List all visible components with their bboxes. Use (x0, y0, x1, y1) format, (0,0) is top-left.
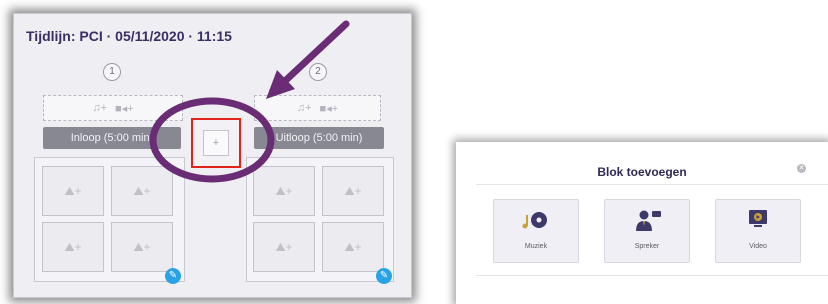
music-add-icon[interactable]: ♫+ (297, 102, 312, 114)
option-label: Muziek (524, 243, 548, 250)
image-slot[interactable]: ⛰+ (111, 222, 173, 272)
add-image-icon: ⛰+ (344, 239, 362, 254)
divider (476, 184, 828, 185)
add-image-icon: ⛰+ (64, 183, 82, 198)
close-icon[interactable]: ✕ (797, 164, 806, 173)
block-2-slots: ⛰+ ⛰+ ⛰+ ⛰+ (246, 157, 394, 282)
image-slot[interactable]: ⛰+ (111, 166, 173, 216)
add-block-button[interactable]: + (203, 130, 229, 156)
add-image-icon: ⛰+ (275, 183, 293, 198)
pencil-icon: ✎ (379, 270, 389, 281)
add-image-icon: ⛰+ (275, 239, 293, 254)
image-slot[interactable]: ⛰+ (322, 166, 384, 216)
block-1-media-add[interactable]: ♫+ ■◂+ (43, 95, 183, 121)
add-image-icon: ⛰+ (133, 239, 151, 254)
block-1-slots: ⛰+ ⛰+ ⛰+ ⛰+ (34, 157, 185, 282)
speaker-person-icon (636, 210, 661, 231)
video-add-icon[interactable]: ■◂+ (320, 102, 339, 115)
option-label: Spreker (634, 243, 660, 250)
image-slot[interactable]: ⛰+ (253, 166, 315, 216)
segment-uitloop[interactable]: Uitloop (5:00 min) (254, 127, 384, 149)
timeline-title: Tijdlijn: PCI · 05/11/2020 · 11:15 (26, 28, 232, 44)
block-2-edit-button[interactable]: ✎ (376, 268, 392, 284)
image-slot[interactable]: ⛰+ (322, 222, 384, 272)
option-video[interactable]: Video (715, 199, 801, 263)
divider (476, 275, 828, 276)
option-muziek[interactable]: Muziek (493, 199, 579, 263)
music-add-icon[interactable]: ♫+ (92, 102, 107, 114)
music-disc-icon (522, 212, 547, 229)
pencil-icon: ✎ (168, 270, 178, 281)
block-1-edit-button[interactable]: ✎ (165, 268, 181, 284)
timeline-panel: Tijdlijn: PCI · 05/11/2020 · 11:15 1 ♫+ … (13, 13, 412, 298)
block-1-number: 1 (103, 63, 121, 81)
add-block-highlight: + (191, 118, 241, 168)
image-slot[interactable]: ⛰+ (253, 222, 315, 272)
video-add-icon[interactable]: ■◂+ (115, 102, 134, 115)
block-2-media-add[interactable]: ♫+ ■◂+ (254, 95, 381, 121)
add-image-icon: ⛰+ (64, 239, 82, 254)
block-2-number: 2 (309, 63, 327, 81)
add-image-icon: ⛰+ (133, 183, 151, 198)
add-block-modal: Blok toevoegen ✕ Muziek Spreker Video (456, 142, 828, 304)
option-spreker[interactable]: Spreker (604, 199, 690, 263)
video-screen-icon (749, 210, 767, 227)
modal-title: Blok toevoegen (597, 165, 687, 179)
segment-inloop[interactable]: Inloop (5:00 min) (43, 127, 181, 149)
image-slot[interactable]: ⛰+ (42, 166, 104, 216)
add-image-icon: ⛰+ (344, 183, 362, 198)
image-slot[interactable]: ⛰+ (42, 222, 104, 272)
option-label: Video (749, 243, 767, 250)
